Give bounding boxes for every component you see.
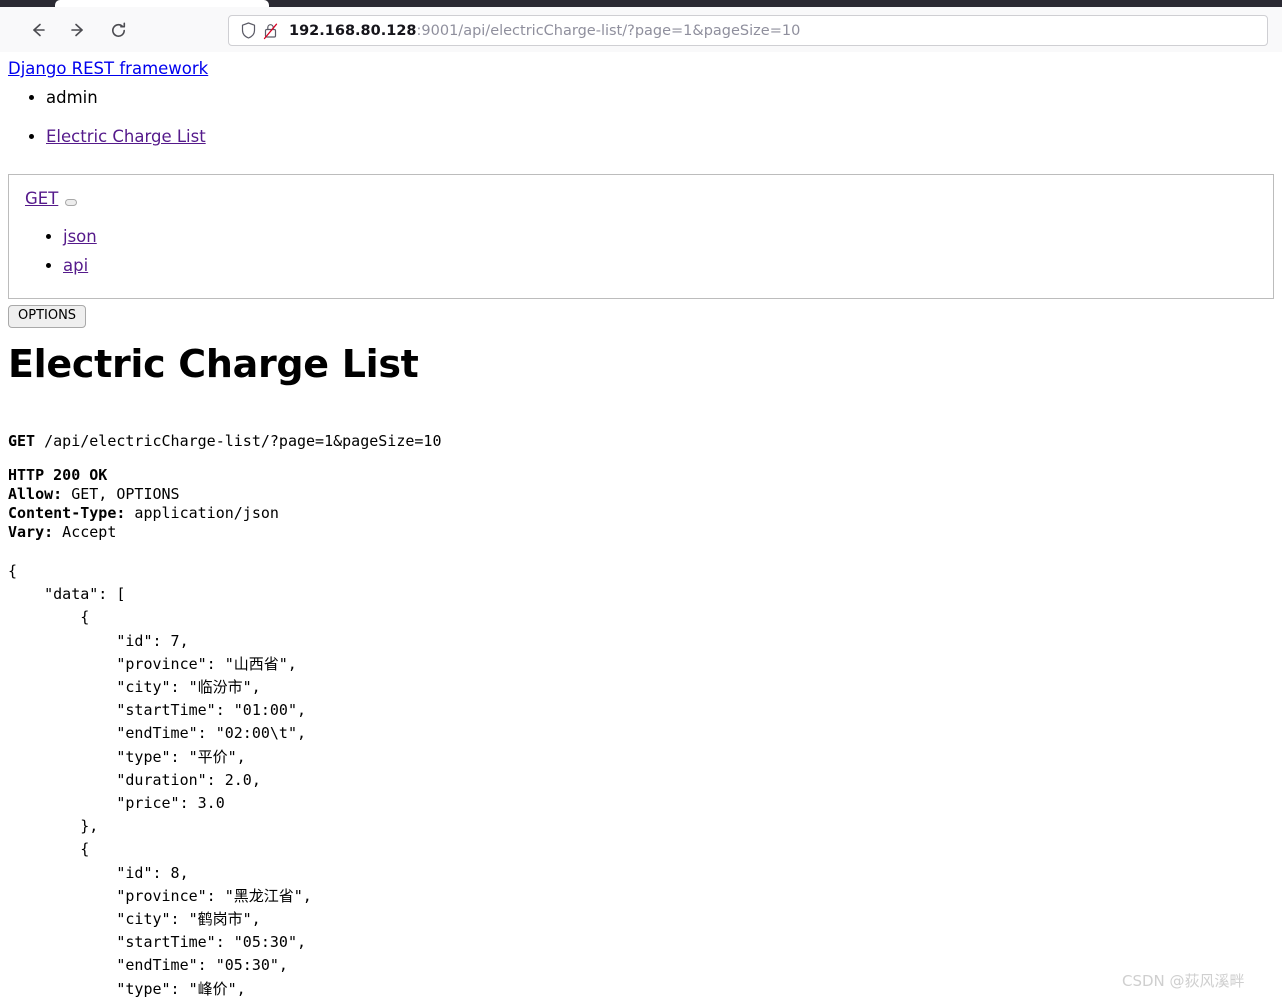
shield-icon[interactable] (237, 21, 259, 41)
url-bar[interactable]: 192.168.80.128:9001/api/electricCharge-l… (228, 15, 1268, 46)
request-path: /api/electricCharge-list/?page=1&pageSiz… (35, 432, 442, 450)
get-request-row: GET (25, 189, 78, 208)
active-browser-tab[interactable] (55, 0, 269, 7)
header-value-vary: Accept (53, 523, 117, 541)
response-headers: HTTP 200 OK Allow: GET, OPTIONS Content-… (8, 466, 279, 542)
breadcrumb-nav: admin Electric Charge List (8, 88, 206, 166)
chevron-down-pill-icon[interactable] (65, 198, 78, 206)
forward-button[interactable] (64, 16, 92, 44)
lock-crossed-icon[interactable] (259, 21, 281, 41)
nav-item-electric-charge-list: Electric Charge List (46, 127, 206, 147)
response-body-json: { "data": [ { "id": 7, "province": "山西省"… (8, 562, 312, 998)
list-item: json (63, 225, 97, 249)
get-method-link[interactable]: GET (25, 189, 58, 208)
request-methods-panel: GET json api (8, 174, 1274, 299)
back-button[interactable] (24, 16, 52, 44)
status-line: HTTP 200 OK (8, 466, 108, 484)
header-name-vary: Vary: (8, 523, 54, 541)
header-name-content-type: Content-Type: (8, 504, 126, 522)
browser-chrome: 192.168.80.128:9001/api/electricCharge-l… (0, 0, 1282, 52)
browser-nav-bar: 192.168.80.128:9001/api/electricCharge-l… (0, 7, 1282, 52)
header-value-allow: GET, OPTIONS (62, 485, 180, 503)
nav-item-admin: admin (46, 88, 206, 108)
page-content: Django REST framework admin Electric Cha… (0, 52, 1282, 999)
list-item: api (63, 254, 97, 278)
header-value-content-type: application/json (125, 504, 279, 522)
request-method: GET (8, 432, 36, 450)
header-name-allow: Allow: (8, 485, 63, 503)
url-text: 192.168.80.128:9001/api/electricCharge-l… (289, 23, 800, 39)
watermark: CSDN @荻风溪畔 (1122, 972, 1245, 990)
nav-item-admin-label: admin (46, 88, 98, 107)
tab-strip (0, 0, 1282, 7)
brand-link[interactable]: Django REST framework (8, 59, 208, 78)
nav-item-electric-charge-list-link[interactable]: Electric Charge List (46, 127, 206, 146)
format-link-json[interactable]: json (63, 227, 97, 246)
reload-button[interactable] (104, 16, 132, 44)
format-list: json api (25, 225, 97, 283)
url-path: :9001/api/electricCharge-list/?page=1&pa… (416, 22, 801, 39)
request-line: GET /api/electricCharge-list/?page=1&pag… (8, 432, 441, 450)
page-title: Electric Charge List (8, 342, 419, 386)
options-button[interactable]: OPTIONS (8, 305, 87, 329)
format-link-api[interactable]: api (63, 256, 88, 275)
url-host: 192.168.80.128 (289, 22, 417, 39)
